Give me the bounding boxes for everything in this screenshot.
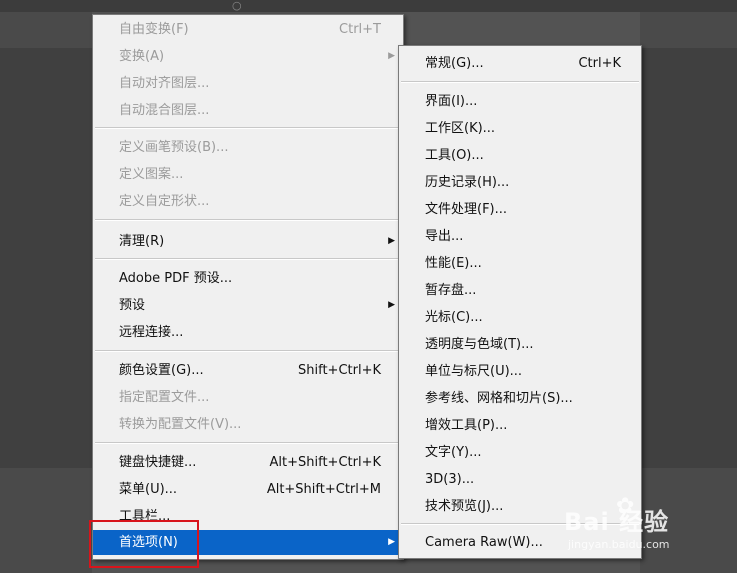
submenu-item-type[interactable]: 文字(Y)... xyxy=(399,440,641,465)
menu-item-convert-to-profile[interactable]: 转换为配置文件(V)... xyxy=(93,412,403,437)
menu-item-free-transform[interactable]: 自由变换(F) Ctrl+T xyxy=(93,17,403,42)
menu-separator xyxy=(95,127,401,129)
menu-separator xyxy=(95,258,401,260)
submenu-item-scratch-disks[interactable]: 暂存盘... xyxy=(399,278,641,303)
submenu-item-performance[interactable]: 性能(E)... xyxy=(399,251,641,276)
app-top-bar xyxy=(0,0,737,12)
menu-item-define-pattern[interactable]: 定义图案... xyxy=(93,162,403,187)
highlight-annotation-box xyxy=(89,520,199,568)
submenu-item-units-rulers[interactable]: 单位与标尺(U)... xyxy=(399,359,641,384)
submenu-item-workspace[interactable]: 工作区(K)... xyxy=(399,116,641,141)
submenu-item-tools[interactable]: 工具(O)... xyxy=(399,143,641,168)
menu-separator xyxy=(95,350,401,352)
submenu-item-plugins[interactable]: 增效工具(P)... xyxy=(399,413,641,438)
menu-item-color-settings[interactable]: 颜色设置(G)... Shift+Ctrl+K xyxy=(93,358,403,383)
app-panel-left xyxy=(0,48,92,468)
submenu-item-export[interactable]: 导出... xyxy=(399,224,641,249)
menu-separator xyxy=(95,442,401,444)
preferences-submenu: 常规(G)... Ctrl+K 界面(I)... 工作区(K)... 工具(O)… xyxy=(398,45,642,559)
menu-item-define-custom-shape[interactable]: 定义自定形状... xyxy=(93,189,403,214)
submenu-arrow-icon: ▶ xyxy=(388,537,395,547)
submenu-item-cursors[interactable]: 光标(C)... xyxy=(399,305,641,330)
submenu-item-3d[interactable]: 3D(3)... xyxy=(399,467,641,492)
menu-item-auto-blend-layers[interactable]: 自动混合图层... xyxy=(93,98,403,123)
edit-menu: 自由变换(F) Ctrl+T 变换(A) ▶ 自动对齐图层... 自动混合图层.… xyxy=(92,14,404,560)
menu-item-adobe-pdf-presets[interactable]: Adobe PDF 预设... xyxy=(93,266,403,291)
submenu-item-transparency-gamut[interactable]: 透明度与色域(T)... xyxy=(399,332,641,357)
app-panel-right xyxy=(640,48,737,468)
menu-separator xyxy=(401,81,639,83)
menu-item-keyboard-shortcuts[interactable]: 键盘快捷键... Alt+Shift+Ctrl+K xyxy=(93,450,403,475)
menu-item-menus[interactable]: 菜单(U)... Alt+Shift+Ctrl+M xyxy=(93,477,403,502)
submenu-item-general[interactable]: 常规(G)... Ctrl+K xyxy=(399,51,641,76)
submenu-item-technology-previews[interactable]: 技术预览(J)... xyxy=(399,494,641,519)
submenu-item-file-handling[interactable]: 文件处理(F)... xyxy=(399,197,641,222)
search-icon: ○ xyxy=(232,0,242,12)
submenu-arrow-icon: ▶ xyxy=(388,236,395,246)
menu-item-transform[interactable]: 变换(A) ▶ xyxy=(93,44,403,69)
submenu-arrow-icon: ▶ xyxy=(388,300,395,310)
menu-item-presets[interactable]: 预设 ▶ xyxy=(93,293,403,318)
submenu-item-history-log[interactable]: 历史记录(H)... xyxy=(399,170,641,195)
submenu-item-interface[interactable]: 界面(I)... xyxy=(399,89,641,114)
submenu-item-camera-raw[interactable]: Camera Raw(W)... xyxy=(399,530,641,555)
menu-item-auto-align-layers[interactable]: 自动对齐图层... xyxy=(93,71,403,96)
menu-separator xyxy=(401,523,639,525)
menu-item-assign-profile[interactable]: 指定配置文件... xyxy=(93,385,403,410)
menu-item-remote-connections[interactable]: 远程连接... xyxy=(93,320,403,345)
menu-item-define-brush-preset[interactable]: 定义画笔预设(B)... xyxy=(93,135,403,160)
submenu-arrow-icon: ▶ xyxy=(388,51,395,61)
submenu-item-guides-grid-slices[interactable]: 参考线、网格和切片(S)... xyxy=(399,386,641,411)
menu-separator xyxy=(95,219,401,221)
menu-item-purge[interactable]: 清理(R) ▶ xyxy=(93,229,403,254)
